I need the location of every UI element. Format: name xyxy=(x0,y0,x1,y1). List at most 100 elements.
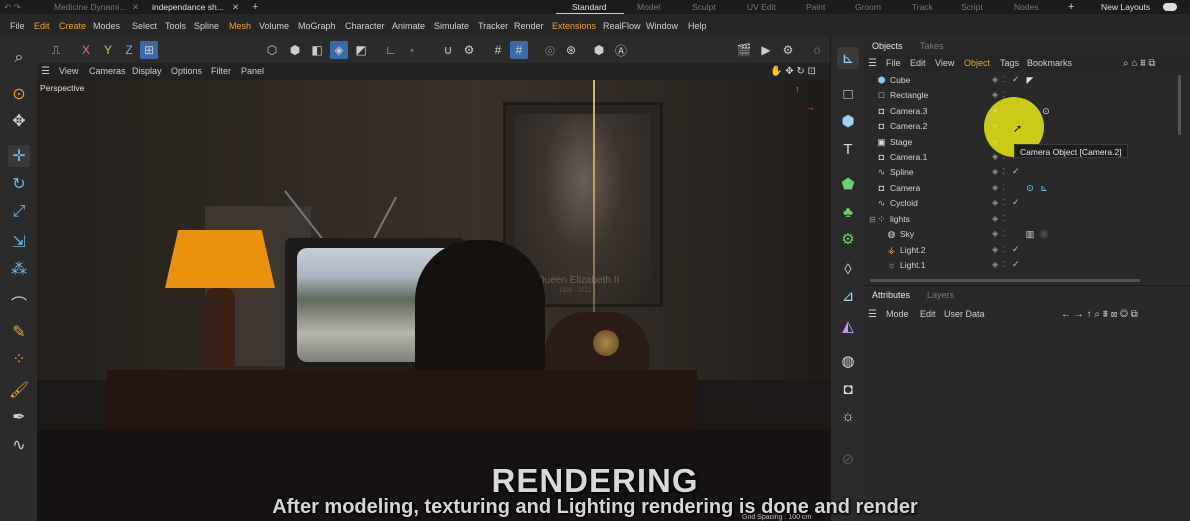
sculpt-tool-icon[interactable]: ⁘ xyxy=(8,348,30,370)
cloner-icon[interactable]: ♣ xyxy=(837,201,859,223)
objects-menu-object[interactable]: Object xyxy=(964,58,990,68)
render-settings-icon[interactable]: ⚙ xyxy=(779,41,797,59)
viewport-menu-filter[interactable]: Filter xyxy=(211,66,231,76)
transfer-tool-icon[interactable]: ⇲ xyxy=(8,231,30,253)
paint-brush-icon[interactable]: 🖌 xyxy=(8,379,30,401)
z-axis-lock-icon[interactable]: Z xyxy=(120,41,138,59)
cube-object-icon[interactable]: ⬢ xyxy=(837,110,859,132)
objects-toolbar-icons[interactable]: ⌕ ⌂ ⩩ ⧉ xyxy=(1123,58,1155,69)
tab-objects[interactable]: Objects xyxy=(872,41,903,51)
edges-mode-icon[interactable]: ⬢ xyxy=(286,41,304,59)
attributes-menu-mode[interactable]: Mode xyxy=(886,309,909,319)
enabled-check-icon[interactable]: ✓ xyxy=(1012,166,1020,177)
object-axis-icon[interactable]: ⬢ xyxy=(590,41,608,59)
select-tool-icon[interactable]: ⊙ xyxy=(8,83,30,105)
viewport-menu-cameras[interactable]: Cameras xyxy=(89,66,126,76)
viewport-menu-panel[interactable]: Panel xyxy=(241,66,264,76)
menu-render[interactable]: Render xyxy=(514,21,544,31)
layout-tab-paint[interactable]: Paint xyxy=(806,0,825,14)
model-mode-icon[interactable]: ◈ xyxy=(330,41,348,59)
compositing-tag-icon[interactable]: ▥ xyxy=(1024,228,1036,240)
visibility-dots-icon[interactable]: ◈ ⁚ xyxy=(992,183,1006,192)
visibility-dots-icon[interactable]: ◈ ⁚ xyxy=(992,167,1006,176)
close-tab-icon[interactable]: ✕ xyxy=(132,0,139,14)
cloud-render-icon[interactable]: ◌ xyxy=(808,41,826,59)
layout-tab-uv-edit[interactable]: UV Edit xyxy=(747,0,776,14)
search-icon[interactable]: ⌕ xyxy=(8,47,30,69)
menu-realflow[interactable]: RealFlow xyxy=(603,21,641,31)
object-row-sky[interactable]: ◍ Sky ◈ ⁚ ▥ xyxy=(864,227,1176,242)
layout-tab-track[interactable]: Track xyxy=(912,0,933,14)
generator-icon[interactable]: ⬟ xyxy=(837,173,859,195)
hamburger-icon[interactable]: ☰ xyxy=(868,58,877,69)
layout-tab-script[interactable]: Script xyxy=(961,0,983,14)
rotate-tool-icon[interactable]: ↻ xyxy=(8,173,30,195)
menu-modes[interactable]: Modes xyxy=(93,21,120,31)
grid-snap-icon[interactable]: # xyxy=(489,41,507,59)
visibility-dots-icon[interactable]: ◈ ⁚ xyxy=(992,229,1006,238)
visibility-dots-icon[interactable]: ◈ ⁚ xyxy=(992,198,1006,207)
enabled-check-icon[interactable]: ✓ xyxy=(1012,244,1020,255)
layout-tab-standard[interactable]: Standard xyxy=(572,0,607,14)
tab-layers[interactable]: Layers xyxy=(927,290,954,300)
spline-object-icon[interactable]: ⊾ xyxy=(837,47,859,69)
objects-menu-file[interactable]: File xyxy=(886,58,901,68)
tweak-mode-icon[interactable]: ▪ xyxy=(403,41,421,59)
y-axis-lock-icon[interactable]: Y xyxy=(99,41,117,59)
menu-help[interactable]: Help xyxy=(688,21,707,31)
snap-tool-icon[interactable]: ⁂ xyxy=(8,258,30,280)
workplane-snap-icon[interactable]: # xyxy=(510,41,528,59)
enabled-check-icon[interactable]: ✓ xyxy=(1012,74,1020,85)
clapper-icon[interactable]: 🎬 xyxy=(735,41,753,59)
tab-takes[interactable]: Takes xyxy=(920,41,944,51)
object-row-cube[interactable]: ⬢ Cube ◈ ⁚ ✓ ◤ xyxy=(864,73,1176,88)
objects-menu-edit[interactable]: Edit xyxy=(910,58,926,68)
layout-tab-groom[interactable]: Groom xyxy=(855,0,881,14)
knife-tool-icon[interactable]: ⌒ xyxy=(8,292,30,314)
layout-tab-model[interactable]: Model xyxy=(637,0,660,14)
visibility-dots-icon[interactable]: ◈ ⁚ xyxy=(992,245,1006,254)
points-mode-icon[interactable]: ⬡ xyxy=(263,41,281,59)
camera-object-icon[interactable]: ◘ xyxy=(837,378,859,400)
viewport-menu-display[interactable]: Display xyxy=(132,66,162,76)
viewport-nav-icons[interactable]: ✋ ✥ ↻ ⊡ xyxy=(770,66,816,77)
menu-tracker[interactable]: Tracker xyxy=(478,21,508,31)
magnet-snap-icon[interactable]: ∪ xyxy=(439,41,457,59)
layout-tab-sculpt[interactable]: Sculpt xyxy=(692,0,716,14)
objects-horizontal-scrollbar[interactable] xyxy=(870,279,1140,282)
objects-vertical-scrollbar[interactable] xyxy=(1178,75,1181,135)
undo-view-icon[interactable]: ⎍ xyxy=(47,41,65,59)
light-object-icon[interactable]: ☼ xyxy=(837,405,859,427)
attributes-nav-icons[interactable]: ← → ↑ ⌕ ⩩ ⊠ ◎ ⧉ xyxy=(1061,309,1138,320)
target-tag-icon[interactable]: ⊙ xyxy=(1024,182,1036,194)
menu-mograph[interactable]: MoGraph xyxy=(298,21,336,31)
align-spline-tag-icon[interactable]: ⊾ xyxy=(1038,182,1050,194)
menu-animate[interactable]: Animate xyxy=(392,21,425,31)
pen-tool-icon[interactable]: ✒ xyxy=(8,406,30,428)
pivot-tool-icon[interactable]: ✥ xyxy=(8,110,30,132)
field-icon[interactable]: ⊿ xyxy=(837,285,859,307)
menu-spline[interactable]: Spline xyxy=(194,21,219,31)
menu-window[interactable]: Window xyxy=(646,21,678,31)
document-tab-independance[interactable]: independance sh... xyxy=(152,0,224,14)
enabled-check-icon[interactable]: ✓ xyxy=(1012,197,1020,208)
menu-character[interactable]: Character xyxy=(345,21,385,31)
text-tool-icon[interactable]: Ⓐ xyxy=(612,41,630,59)
object-row-light-2[interactable]: ⚶ Light.2 ◈ ⁚ ✓ xyxy=(864,243,1176,258)
settings-snap-icon[interactable]: ⚙ xyxy=(460,41,478,59)
close-tab-icon[interactable]: ✕ xyxy=(232,0,239,14)
objects-menu-bookmarks[interactable]: Bookmarks xyxy=(1027,58,1072,68)
hamburger-icon[interactable]: ☰ xyxy=(868,309,877,320)
coordinate-system-icon[interactable]: ⊞ xyxy=(140,41,158,59)
text-object-icon[interactable]: T xyxy=(837,138,859,160)
menu-create[interactable]: Create xyxy=(59,21,86,31)
visibility-dots-icon[interactable]: ◈ ⁚ xyxy=(992,214,1006,223)
menu-extensions[interactable]: Extensions xyxy=(552,21,596,31)
menu-file[interactable]: File xyxy=(10,21,25,31)
viewport-perspective[interactable]: Queen Elizabeth II 1926 - 2022 Perspecti… xyxy=(37,80,830,521)
soft-selection-icon[interactable]: ◎ xyxy=(541,41,559,59)
scale-tool-icon[interactable]: ⤢ xyxy=(8,201,30,223)
deformer-icon[interactable]: ◊ xyxy=(837,258,859,280)
volume-icon[interactable]: ◭ xyxy=(837,315,859,337)
layout-tab-nodes[interactable]: Nodes xyxy=(1014,0,1039,14)
